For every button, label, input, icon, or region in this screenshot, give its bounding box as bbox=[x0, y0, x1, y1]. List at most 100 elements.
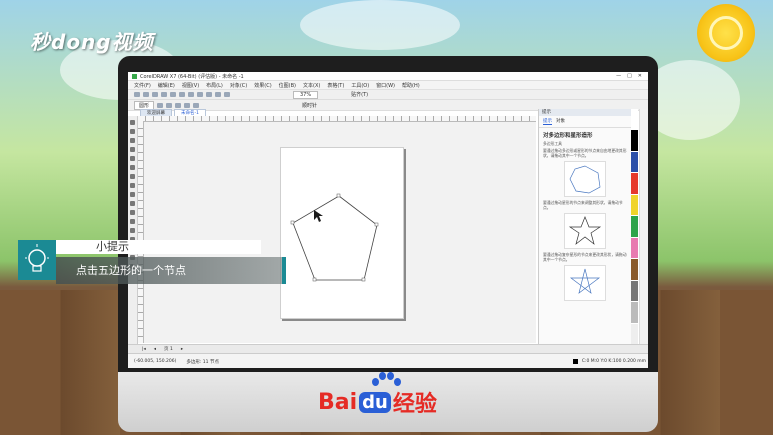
swatch[interactable] bbox=[631, 259, 638, 281]
save-icon[interactable] bbox=[152, 92, 158, 97]
lightbulb-icon bbox=[18, 240, 56, 280]
swatch[interactable] bbox=[631, 237, 638, 260]
redo-icon[interactable] bbox=[206, 92, 212, 97]
node-tool-icon[interactable] bbox=[157, 102, 164, 108]
menu-file[interactable]: 文件(F) bbox=[134, 82, 151, 89]
new-icon[interactable] bbox=[134, 92, 140, 97]
drawing-page[interactable] bbox=[280, 147, 404, 319]
menu-object[interactable]: 对象(C) bbox=[230, 82, 247, 89]
hints-docker: 提示 提示 对象 对多边形和星形造形 多边形工具 要通过拖动多边形或星形的节点来… bbox=[538, 109, 631, 345]
paste-icon[interactable] bbox=[188, 92, 194, 97]
zoom-tool-icon[interactable] bbox=[130, 147, 135, 152]
swatch[interactable] bbox=[631, 216, 638, 238]
copy-icon[interactable] bbox=[179, 92, 185, 97]
menu-window[interactable]: 窗口(W) bbox=[376, 82, 395, 89]
minimize-icon[interactable]: — bbox=[616, 73, 621, 79]
freehand-tool-icon[interactable] bbox=[130, 156, 135, 161]
tab-welcome[interactable]: 欢迎屏幕 bbox=[140, 109, 172, 116]
menu-help[interactable]: 帮助(H) bbox=[402, 82, 420, 89]
cursor-icon bbox=[314, 210, 323, 222]
join-node-icon[interactable] bbox=[184, 102, 191, 108]
menu-bar: 文件(F) 编辑(E) 视图(V) 布局(L) 对象(C) 效果(C) 位图(B… bbox=[128, 81, 648, 90]
delete-node-icon[interactable] bbox=[175, 102, 182, 108]
tip-accent-bar bbox=[282, 257, 286, 284]
baidu-jingyan-text: 经验 bbox=[392, 392, 437, 417]
sun-icon bbox=[697, 4, 755, 62]
snap-dropdown[interactable]: 贴齐(T) bbox=[351, 91, 368, 98]
pick-tool-icon[interactable] bbox=[130, 120, 135, 125]
coreldraw-window: CorelDRAW X7 (64-Bit) (评估版) - 未命名 -1 — □… bbox=[128, 72, 648, 368]
swatch[interactable] bbox=[631, 173, 638, 195]
break-node-icon[interactable] bbox=[193, 102, 200, 108]
color-palette bbox=[631, 109, 638, 345]
open-icon[interactable] bbox=[143, 92, 149, 97]
docker-tab-hints[interactable]: 提示 bbox=[543, 118, 552, 125]
baidu-du-text: du bbox=[359, 391, 391, 413]
rectangle-tool-icon[interactable] bbox=[130, 174, 135, 179]
polygon-tool-icon[interactable] bbox=[130, 192, 135, 197]
swatch[interactable] bbox=[631, 302, 638, 324]
swatch[interactable] bbox=[631, 109, 638, 131]
maximize-icon[interactable]: □ bbox=[627, 73, 632, 79]
add-node-icon[interactable] bbox=[166, 102, 173, 108]
zoom-select[interactable]: 37% bbox=[293, 90, 319, 99]
artistic-media-icon[interactable] bbox=[130, 165, 135, 170]
crop-tool-icon[interactable] bbox=[130, 138, 135, 143]
toolbox bbox=[128, 116, 138, 344]
page-indicator[interactable]: 页 1 bbox=[164, 346, 173, 352]
vertical-scrollbar[interactable] bbox=[639, 109, 648, 345]
menu-bitmaps[interactable]: 位图(B) bbox=[279, 82, 296, 89]
print-icon[interactable] bbox=[161, 92, 167, 97]
direction-label: 顺时针 bbox=[302, 102, 318, 109]
export-icon[interactable] bbox=[224, 92, 230, 97]
hint-text-2: 要通过拖动星形的节点来调整其形状，请拖动节点。 bbox=[543, 200, 623, 210]
tab-document[interactable]: 未命名-1 bbox=[174, 109, 206, 116]
menu-text[interactable]: 文本(X) bbox=[303, 82, 320, 89]
tip-subtitle: 点击五边形的一个节点 bbox=[56, 257, 286, 284]
parallel-dimension-icon[interactable] bbox=[130, 210, 135, 215]
close-icon[interactable]: ✕ bbox=[638, 73, 642, 79]
shape-tool-icon[interactable] bbox=[130, 129, 135, 134]
status-bar: (-60.005, 150.206) 多边形: 11 节点 C:0 M:0 Y:… bbox=[128, 353, 648, 368]
docker-header: 提示 bbox=[539, 109, 631, 116]
fill-swatch-icon[interactable] bbox=[572, 359, 578, 364]
connector-tool-icon[interactable] bbox=[130, 219, 135, 224]
menu-effects[interactable]: 效果(C) bbox=[254, 82, 271, 89]
drawing-canvas[interactable] bbox=[144, 122, 536, 343]
swatch[interactable] bbox=[631, 280, 638, 303]
undo-icon[interactable] bbox=[197, 92, 203, 97]
text-tool-icon[interactable] bbox=[130, 201, 135, 206]
cut-icon[interactable] bbox=[170, 92, 176, 97]
drop-shadow-icon[interactable] bbox=[130, 228, 135, 233]
swatch[interactable] bbox=[631, 323, 638, 345]
tip-overlay: 小提示 点击五边形的一个节点 bbox=[18, 240, 286, 286]
docker-tab-objects[interactable]: 对象 bbox=[556, 118, 565, 125]
hint-tool-name: 多边形工具 bbox=[543, 141, 562, 146]
import-icon[interactable] bbox=[215, 92, 221, 97]
outline-info: C:0 M:0 Y:0 K:100 0.200 mm bbox=[581, 359, 646, 364]
prev-page-icon[interactable]: ◂ bbox=[154, 347, 156, 352]
hint-star-thumbnail bbox=[564, 213, 606, 249]
swatch[interactable] bbox=[631, 194, 638, 217]
video-brand-logo: 秒dong视频 bbox=[30, 30, 154, 54]
bokeh-light bbox=[300, 0, 460, 50]
standard-toolbar: 37% 贴齐(T) bbox=[128, 90, 648, 100]
hint-text-3: 要通过拖动复杂星形的节点来更改其形状，请拖动其中一个节点。 bbox=[543, 252, 627, 262]
first-page-icon[interactable]: |◂ bbox=[142, 347, 146, 352]
menu-tools[interactable]: 工具(O) bbox=[351, 82, 369, 89]
title-bar: CorelDRAW X7 (64-Bit) (评估版) - 未命名 -1 — □… bbox=[128, 72, 648, 81]
hint-polygon-thumbnail bbox=[564, 161, 606, 197]
menu-view[interactable]: 视图(V) bbox=[182, 82, 199, 89]
next-page-icon[interactable]: ▸ bbox=[181, 347, 183, 352]
hint-text-1: 要通过拖动多边形或星形的节点来自由地更改其形状，请拖动其中一个节点。 bbox=[543, 148, 627, 158]
menu-layout[interactable]: 布局(L) bbox=[206, 82, 223, 89]
ellipse-tool-icon[interactable] bbox=[130, 183, 135, 188]
document-tabs: 欢迎屏幕 未命名-1 bbox=[140, 109, 206, 116]
baidu-jingyan-logo: Bai du 经验 bbox=[318, 386, 437, 418]
menu-edit[interactable]: 编辑(E) bbox=[158, 82, 175, 89]
cursor-coordinates: (-60.005, 150.206) bbox=[134, 359, 177, 364]
pentagon-shape[interactable] bbox=[281, 148, 403, 318]
swatch[interactable] bbox=[631, 151, 638, 174]
menu-table[interactable]: 表格(T) bbox=[327, 82, 344, 89]
swatch[interactable] bbox=[631, 130, 638, 152]
